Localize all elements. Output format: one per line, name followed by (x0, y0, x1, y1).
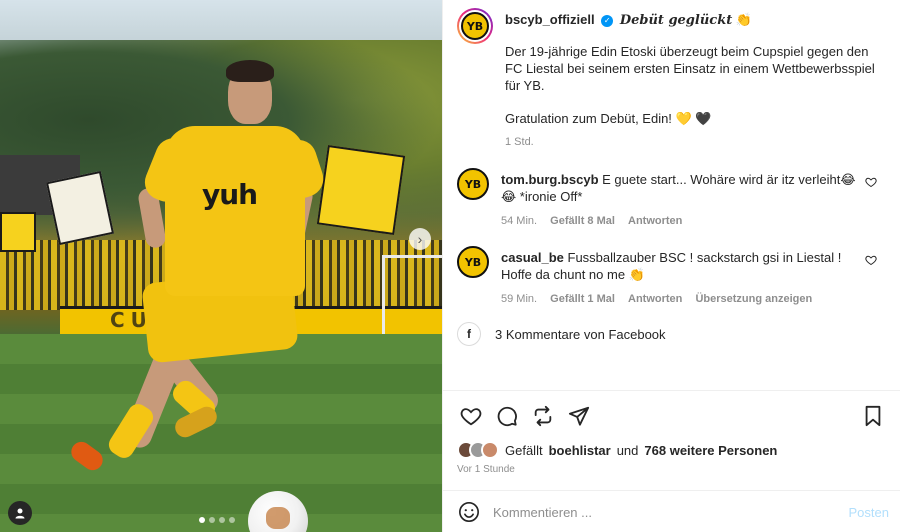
post-details-pane: YB bscyb_offiziell ✓ Debüt geglückt 👏 De… (442, 0, 900, 532)
repost-button[interactable] (529, 402, 557, 430)
reply-button[interactable]: Antworten (628, 215, 682, 227)
comment-username[interactable]: casual_be (501, 250, 564, 265)
repost-icon (534, 405, 552, 427)
comment-bubble-icon (497, 406, 517, 427)
smiley-icon (459, 502, 479, 522)
account-username[interactable]: bscyb_offiziell (505, 12, 595, 27)
carousel-dot (209, 517, 215, 523)
likes-summary[interactable]: Gefällt boehlistar und 768 weitere Perso… (457, 441, 777, 459)
commenter-avatar[interactable]: YB (457, 168, 489, 200)
clap-emoji: 👏 (735, 12, 753, 27)
emoji-button[interactable] (457, 500, 481, 524)
likes-middle: und (616, 442, 639, 458)
heart-icon[interactable] (865, 176, 877, 191)
commenter-avatar[interactable]: YB (457, 246, 489, 278)
share-button[interactable] (565, 402, 593, 430)
yb-logo-text: YB (464, 177, 482, 191)
likes-prefix: Gefällt (505, 442, 543, 458)
yb-logo-icon: YB (461, 12, 489, 40)
facebook-icon: f (457, 322, 481, 346)
comment-composer: Posten (457, 500, 889, 524)
divider (443, 390, 900, 391)
caption-paragraph: Gratulation zum Debüt, Edin! 💛 🖤 (505, 111, 712, 126)
paper-plane-icon (568, 406, 590, 426)
avatar (481, 441, 499, 459)
divider (443, 490, 900, 491)
tagged-users-button[interactable] (8, 501, 32, 525)
chevron-right-icon: › (417, 231, 423, 247)
goal-frame (382, 255, 442, 335)
post-caption: YB bscyb_offiziell ✓ Debüt geglückt 👏 De… (457, 8, 897, 148)
caption-timestamp: 1 Std. (505, 136, 534, 148)
bookmark-icon (865, 405, 881, 427)
yb-logo-text: YB (466, 19, 484, 33)
reply-button[interactable]: Antworten (628, 293, 682, 305)
carousel-dot (199, 517, 205, 523)
carousel-dot (229, 517, 235, 523)
post-comment-button[interactable]: Posten (849, 505, 889, 520)
save-button[interactable] (859, 402, 887, 430)
facebook-comments-link[interactable]: f 3 Kommentare von Facebook (457, 322, 666, 346)
user-icon (15, 508, 25, 519)
comment-input[interactable] (493, 504, 849, 520)
facebook-comments-label: 3 Kommentare von Facebook (495, 326, 666, 342)
carousel-dots (199, 517, 235, 523)
heart-icon (460, 408, 482, 426)
comment: YB tom.burg.bscyb E guete start... Wohär… (457, 168, 887, 227)
post-title: Debüt geglückt (619, 13, 733, 28)
post-timestamp: Vor 1 Stunde (457, 464, 515, 475)
account-avatar[interactable]: YB (457, 8, 493, 44)
verified-badge-icon: ✓ (601, 14, 614, 27)
comment-button[interactable] (493, 402, 521, 430)
comment-likes[interactable]: Gefällt 8 Mal (550, 215, 615, 227)
carousel-dot (219, 517, 225, 523)
post-media[interactable]: CUP KURV yuh › (0, 0, 442, 532)
football-player: yuh (67, 58, 340, 532)
comment-username[interactable]: tom.burg.bscyb (501, 172, 599, 187)
player-hair (226, 60, 274, 82)
liker-avatars (457, 441, 499, 459)
heart-icon[interactable] (865, 254, 877, 269)
liker-username[interactable]: boehlistar (549, 443, 611, 458)
yb-logo-text: YB (464, 255, 482, 269)
carousel-next-button[interactable]: › (409, 228, 431, 250)
caption-paragraph: Der 19-jährige Edin Etoski überzeugt bei… (505, 44, 875, 93)
shirt-sponsor-logo: yuh (202, 178, 258, 211)
fan-flag (0, 212, 36, 252)
comment-likes[interactable]: Gefällt 1 Mal (550, 293, 615, 305)
comment-time: 54 Min. (501, 215, 538, 227)
football (248, 491, 308, 532)
translate-button[interactable]: Übersetzung anzeigen (695, 293, 812, 305)
comment-time: 59 Min. (501, 293, 538, 305)
like-button[interactable] (457, 402, 485, 430)
player-shoe (67, 437, 107, 475)
player-shirt (165, 126, 305, 296)
comment: YB casual_be Fussballzauber BSC ! sackst… (457, 246, 887, 305)
post-actions (457, 402, 887, 430)
likes-others[interactable]: 768 weitere Personen (644, 443, 777, 458)
